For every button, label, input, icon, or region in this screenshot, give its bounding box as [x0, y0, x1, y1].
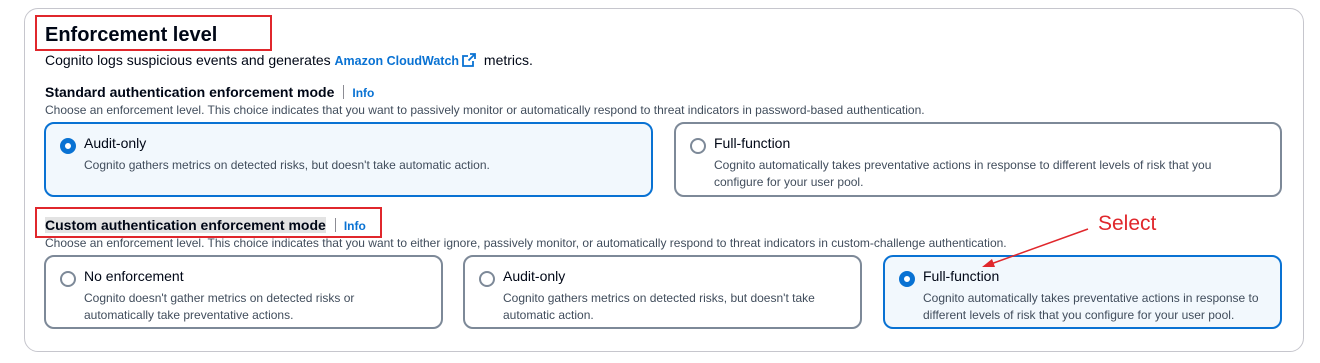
annotation-arrow-icon	[982, 228, 1089, 267]
